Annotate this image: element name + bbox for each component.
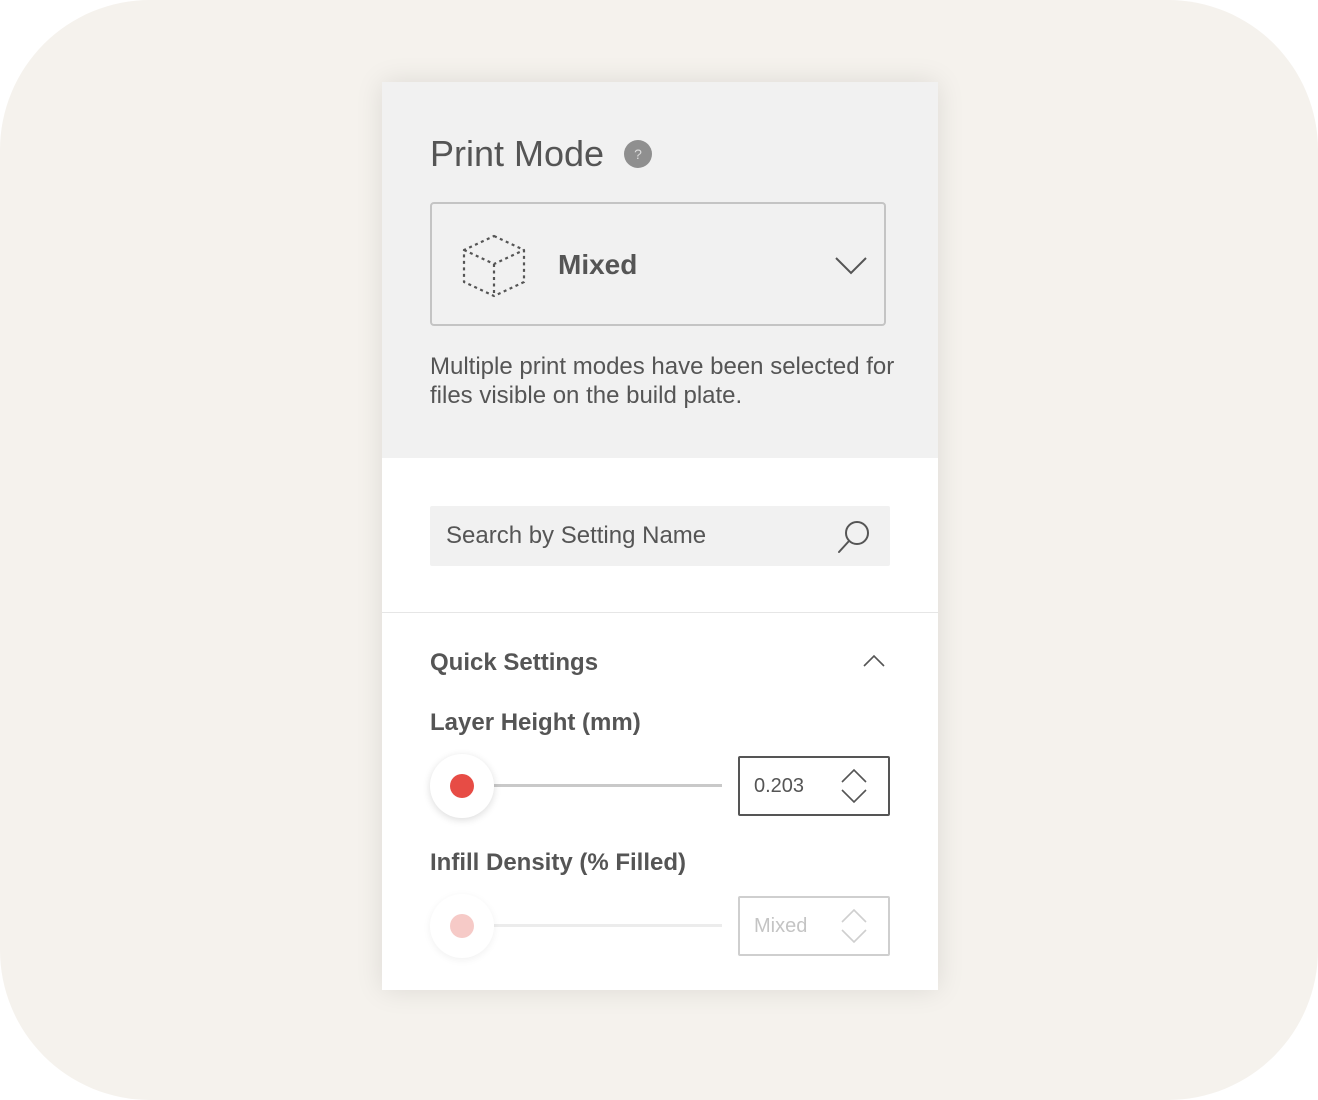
infill-density-stepper [738, 896, 890, 956]
infill-density-slider-handle [430, 894, 494, 958]
search-input[interactable] [430, 506, 820, 566]
layer-height-label: Layer Height (mm) [430, 709, 641, 736]
search-icon[interactable] [836, 519, 872, 555]
chevron-down-icon [835, 257, 867, 275]
quick-settings-title: Quick Settings [430, 649, 599, 676]
dashed-cube-icon [462, 234, 526, 298]
decrement-arrow-icon[interactable] [840, 788, 868, 804]
infill-density-slider-track [494, 924, 722, 927]
selected-mode-label: Mixed [558, 249, 638, 280]
print-mode-section: Print Mode ? Mixed Multiple print modes … [382, 82, 938, 458]
help-icon[interactable]: ? [624, 140, 652, 168]
increment-arrow-icon [841, 908, 867, 923]
increment-arrow-icon[interactable] [840, 768, 868, 784]
settings-panel: Print Mode ? Mixed Multiple print modes … [382, 82, 938, 990]
layer-height-slider-handle[interactable] [430, 754, 494, 818]
chevron-up-icon[interactable] [862, 654, 886, 668]
infill-density-input [754, 898, 834, 954]
decrement-arrow-icon [841, 929, 867, 944]
stepper-arrows [840, 768, 868, 804]
print-mode-dropdown[interactable]: Mixed [430, 202, 886, 326]
slider-dot [450, 914, 474, 938]
layer-height-slider-track[interactable] [494, 784, 722, 787]
section-divider [382, 612, 938, 613]
layer-height-input[interactable] [754, 758, 834, 814]
print-mode-description: Multiple print modes have been selected … [430, 353, 895, 409]
infill-density-label: Infill Density (% Filled) [430, 849, 687, 876]
slider-dot [450, 774, 474, 798]
stepper-arrows [840, 908, 868, 944]
search-box [430, 506, 890, 566]
layer-height-stepper [738, 756, 890, 816]
print-mode-title: Print Mode [430, 133, 605, 174]
